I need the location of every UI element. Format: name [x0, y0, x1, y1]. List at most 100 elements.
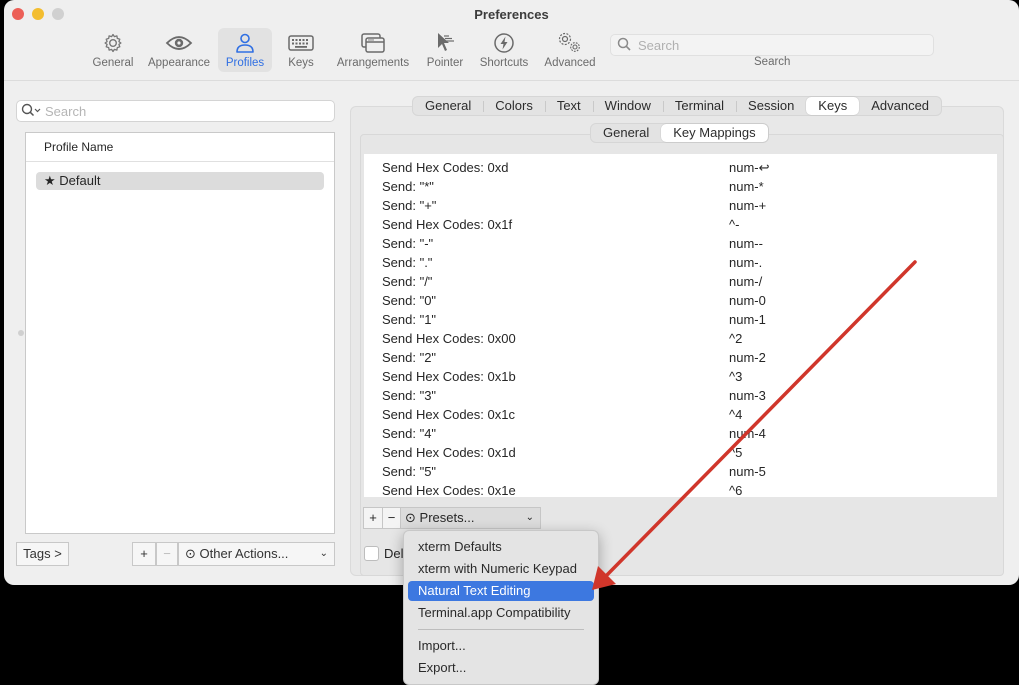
key-mapping-row[interactable]: Send: "2" num-2 [364, 348, 997, 367]
profile-search-field[interactable]: Search [16, 100, 335, 122]
preferences-search-field[interactable]: Search [610, 34, 934, 56]
chevron-down-icon: ⌄ [319, 548, 328, 559]
menu-item-natural-text-editing[interactable]: Natural Text Editing [408, 581, 594, 601]
mapping-key: ^3 [729, 369, 743, 384]
key-mappings-list[interactable]: Send Hex Codes: 0xd num-↩ Send: "*" num-* Se… [364, 154, 997, 497]
eye-icon [144, 31, 214, 55]
other-actions-dropdown[interactable]: ⊙ Other Actions... ⌄ [178, 542, 335, 566]
toolbar-appearance[interactable]: Appearance [144, 28, 214, 72]
search-icon [617, 37, 631, 54]
key-mapping-row[interactable]: Send: "-" num-- [364, 234, 997, 253]
tags-button[interactable]: Tags > [16, 542, 69, 566]
mapping-action: Send Hex Codes: 0x1c [382, 407, 515, 422]
key-mapping-row[interactable]: Send: "0" num-0 [364, 291, 997, 310]
key-mapping-row[interactable]: Send Hex Codes: 0x1b ^3 [364, 367, 997, 386]
mapping-action: Send: "-" [382, 236, 434, 251]
tab-keys[interactable]: Keys [806, 97, 860, 115]
tab-terminal[interactable]: Terminal [662, 97, 736, 115]
menu-item-xterm-defaults[interactable]: xterm Defaults [408, 537, 594, 557]
toolbar-keys[interactable]: Keys [280, 28, 322, 72]
subtab-key-mappings[interactable]: Key Mappings [661, 124, 768, 142]
toolbar-shortcuts[interactable]: Shortcuts [476, 28, 532, 72]
tab-general[interactable]: General [413, 97, 483, 115]
profile-table: Profile Name ★ Default [25, 132, 335, 534]
mapping-key: ^2 [729, 331, 743, 346]
mapping-action: Send: "3" [382, 388, 437, 403]
remove-mapping-button[interactable]: − [383, 507, 401, 529]
profile-search-placeholder: Search [45, 104, 87, 119]
mapping-key: num-5 [729, 464, 766, 479]
mapping-key: num-. [729, 255, 763, 270]
mapping-action: Send: "+" [382, 198, 437, 213]
mapping-action: Send Hex Codes: 0x00 [382, 331, 516, 346]
keyboard-icon [280, 31, 322, 55]
key-mapping-row[interactable]: Send: "/" num-/ [364, 272, 997, 291]
toolbar-general[interactable]: General [90, 28, 136, 72]
mapping-action: Send: "5" [382, 464, 437, 479]
mapping-action: Send Hex Codes: 0x1e [382, 483, 516, 497]
key-mapping-row[interactable]: Send: "4" num-4 [364, 424, 997, 443]
key-mapping-row[interactable]: Send Hex Codes: 0xd num-↩ [364, 158, 997, 177]
key-mapping-row[interactable]: Send: "*" num-* [364, 177, 997, 196]
split-view-handle[interactable] [18, 330, 24, 336]
mapping-key: num-- [729, 236, 763, 251]
toolbar-advanced[interactable]: Advanced [539, 28, 601, 72]
mapping-key: ^5 [729, 445, 743, 460]
gear-icon [90, 31, 136, 55]
mapping-controls: + − ⊙ Presets... ⌄ [363, 507, 541, 529]
key-mapping-row[interactable]: Send: "." num-. [364, 253, 997, 272]
toolbar-pointer-label: Pointer [426, 57, 464, 69]
mapping-action: Send: "2" [382, 350, 437, 365]
mapping-key: num-2 [729, 350, 766, 365]
mapping-action: Send: "." [382, 255, 433, 270]
mapping-key: ^4 [729, 407, 743, 422]
chevron-down-icon: ⌄ [525, 512, 534, 523]
key-mapping-row[interactable]: Send Hex Codes: 0x1f ^- [364, 215, 997, 234]
toolbar-pointer[interactable]: Pointer [422, 28, 468, 72]
profile-name-column-header[interactable]: Profile Name [26, 133, 334, 162]
search-placeholder: Search [638, 38, 680, 53]
key-mapping-row[interactable]: Send Hex Codes: 0x00 ^2 [364, 329, 997, 348]
mapping-key: num-0 [729, 293, 766, 308]
toolbar-profiles[interactable]: Profiles [218, 28, 272, 72]
star-icon: ★ [44, 173, 56, 188]
toolbar-arrangements-label: Arrangements [336, 57, 410, 69]
tab-colors[interactable]: Colors [483, 97, 545, 115]
toolbar-keys-label: Keys [288, 57, 314, 69]
add-mapping-button[interactable]: + [363, 507, 383, 529]
menu-item-xterm-numeric-keypad[interactable]: xterm with Numeric Keypad [408, 559, 594, 579]
tab-advanced[interactable]: Advanced [859, 97, 941, 115]
mapping-key: ^- [729, 217, 740, 232]
key-mapping-row[interactable]: Send: "3" num-3 [364, 386, 997, 405]
key-mapping-row[interactable]: Send Hex Codes: 0x1e ^6 [364, 481, 997, 497]
toolbar-arrangements[interactable]: Arrangements [332, 28, 414, 72]
key-mapping-row[interactable]: Send Hex Codes: 0x1c ^4 [364, 405, 997, 424]
toolbar-shortcuts-label: Shortcuts [479, 57, 529, 69]
tab-window[interactable]: Window [592, 97, 663, 115]
remove-profile-button[interactable]: − [156, 542, 178, 566]
person-icon [218, 31, 272, 55]
other-actions-label: Other Actions... [199, 546, 289, 561]
delete-sends-checkbox[interactable] [364, 546, 379, 561]
subtab-general[interactable]: General [591, 124, 661, 142]
tab-session[interactable]: Session [736, 97, 806, 115]
ellipsis-circle-icon: ⊙ [405, 510, 416, 525]
mapping-key: num-/ [729, 274, 763, 289]
key-mapping-row[interactable]: Send: "1" num-1 [364, 310, 997, 329]
key-mapping-row[interactable]: Send: "+" num-+ [364, 196, 997, 215]
profile-row-default[interactable]: ★ Default [36, 172, 324, 190]
tab-text[interactable]: Text [544, 97, 593, 115]
menu-item-export[interactable]: Export... [408, 658, 594, 678]
menu-item-terminal-app-compatibility[interactable]: Terminal.app Compatibility [408, 603, 594, 623]
add-profile-button[interactable]: + [132, 542, 156, 566]
key-mapping-row[interactable]: Send Hex Codes: 0x1d ^5 [364, 443, 997, 462]
key-mapping-row[interactable]: Send: "5" num-5 [364, 462, 997, 481]
preferences-toolbar: General Appearance Profiles Keys Arrange… [4, 28, 1019, 76]
mapping-key: num-↩ [729, 160, 770, 175]
bolt-icon [476, 31, 532, 55]
presets-dropdown[interactable]: ⊙ Presets... ⌄ [401, 507, 541, 529]
mapping-action: Send: "0" [382, 293, 437, 308]
menu-item-import[interactable]: Import... [408, 636, 594, 656]
mapping-key: num-4 [729, 426, 766, 441]
mapping-action: Send Hex Codes: 0xd [382, 160, 509, 175]
